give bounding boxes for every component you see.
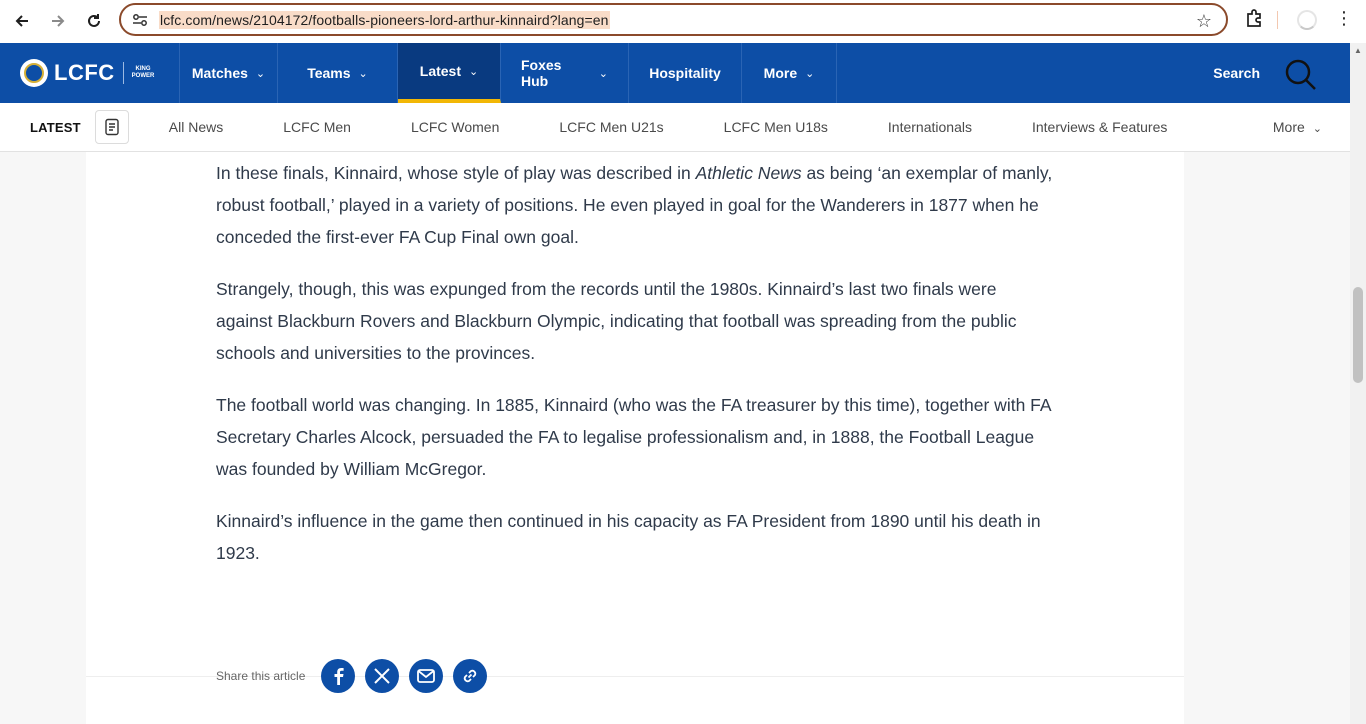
menu-more[interactable]: More ⌄: [742, 43, 837, 103]
article-paragraph: Kinnaird’s influence in the game then co…: [216, 511, 1041, 563]
sponsor-logo: KING POWER: [131, 66, 155, 79]
loading-spinner-icon: [1297, 10, 1317, 30]
menu-hospitality[interactable]: Hospitality: [629, 43, 742, 103]
chevron-down-icon: ⌄: [469, 65, 479, 78]
menu-kebab-icon[interactable]: ⋮: [1335, 8, 1353, 29]
scroll-up-arrow-icon[interactable]: ▲: [1354, 46, 1362, 55]
menu-matches[interactable]: Matches ⌄: [180, 43, 278, 103]
bookmark-star-icon[interactable]: ☆: [1196, 11, 1212, 32]
search-icon: [1284, 58, 1316, 90]
share-bar: Share this article: [216, 659, 497, 693]
reload-icon[interactable]: [78, 5, 110, 37]
facebook-icon: [334, 668, 344, 685]
site-header: LCFC KING POWER Matches ⌄ Teams ⌄ Latest ⌄ …: [0, 43, 1350, 103]
article-paragraph: The football world was changing. In 1885…: [216, 395, 1051, 479]
logo-text: LCFC: [54, 60, 115, 85]
news-list-button[interactable]: [94, 110, 129, 144]
x-share-button[interactable]: [365, 659, 400, 693]
menu-foxes-hub[interactable]: Foxes Hub ⌄: [501, 43, 629, 103]
facebook-share-button[interactable]: [321, 659, 356, 693]
chevron-down-icon: ⌄: [358, 67, 368, 80]
address-bar[interactable]: lcfc.com/news/2104172/footballs-pioneers…: [119, 3, 1228, 36]
browser-toolbar: lcfc.com/news/2104172/footballs-pioneers…: [0, 0, 1366, 43]
forward-icon[interactable]: [42, 5, 74, 37]
email-share-button[interactable]: [409, 659, 444, 693]
subnav-lcfc-women[interactable]: LCFC Women: [411, 119, 499, 135]
subnav-internationals[interactable]: Internationals: [888, 119, 972, 135]
extensions-icon[interactable]: [1244, 8, 1266, 30]
url-text[interactable]: lcfc.com/news/2104172/footballs-pioneers…: [159, 10, 610, 29]
document-icon: [105, 118, 119, 136]
subnav-lcfc-men-u21s[interactable]: LCFC Men U21s: [559, 119, 663, 135]
email-icon: [417, 669, 436, 683]
copy-link-button[interactable]: [453, 659, 488, 693]
club-logo[interactable]: LCFC KING POWER: [0, 43, 180, 103]
subnav-lcfc-men-u18s[interactable]: LCFC Men U18s: [724, 119, 828, 135]
search-button[interactable]: Search: [1213, 43, 1350, 103]
toolbar-divider: [1277, 11, 1278, 29]
latest-subnav: LATEST All News LCFC Men LCFC Women LCFC…: [0, 103, 1350, 152]
subnav-interviews-features[interactable]: Interviews & Features: [1032, 119, 1167, 135]
chevron-down-icon: ⌄: [1312, 123, 1322, 135]
search-label: Search: [1213, 65, 1260, 81]
x-icon: [374, 668, 391, 684]
subnav-lcfc-men[interactable]: LCFC Men: [283, 119, 351, 135]
chevron-down-icon: ⌄: [598, 67, 608, 80]
article-paragraph: In these finals, Kinnaird, whose style o…: [216, 163, 1053, 247]
subnav-all-news[interactable]: All News: [169, 119, 223, 135]
menu-teams[interactable]: Teams ⌄: [278, 43, 398, 103]
subnav-more[interactable]: More ⌄: [1273, 119, 1322, 135]
article-body: In these finals, Kinnaird, whose style o…: [86, 152, 1184, 724]
crest-icon: [20, 59, 48, 87]
site-settings-icon[interactable]: [131, 11, 149, 29]
share-label: Share this article: [216, 669, 306, 683]
back-icon[interactable]: [6, 5, 38, 37]
chevron-down-icon: ⌄: [805, 67, 815, 80]
logo-separator: [122, 62, 124, 84]
chevron-down-icon: ⌄: [255, 67, 266, 80]
scrollbar-thumb[interactable]: [1353, 287, 1363, 383]
article-paragraph: Strangely, though, this was expunged fro…: [216, 279, 1017, 363]
menu-latest[interactable]: Latest ⌄: [398, 43, 501, 103]
subnav-title: LATEST: [30, 119, 81, 135]
link-icon: [464, 669, 477, 683]
page-scrollbar[interactable]: ▲: [1350, 43, 1366, 724]
